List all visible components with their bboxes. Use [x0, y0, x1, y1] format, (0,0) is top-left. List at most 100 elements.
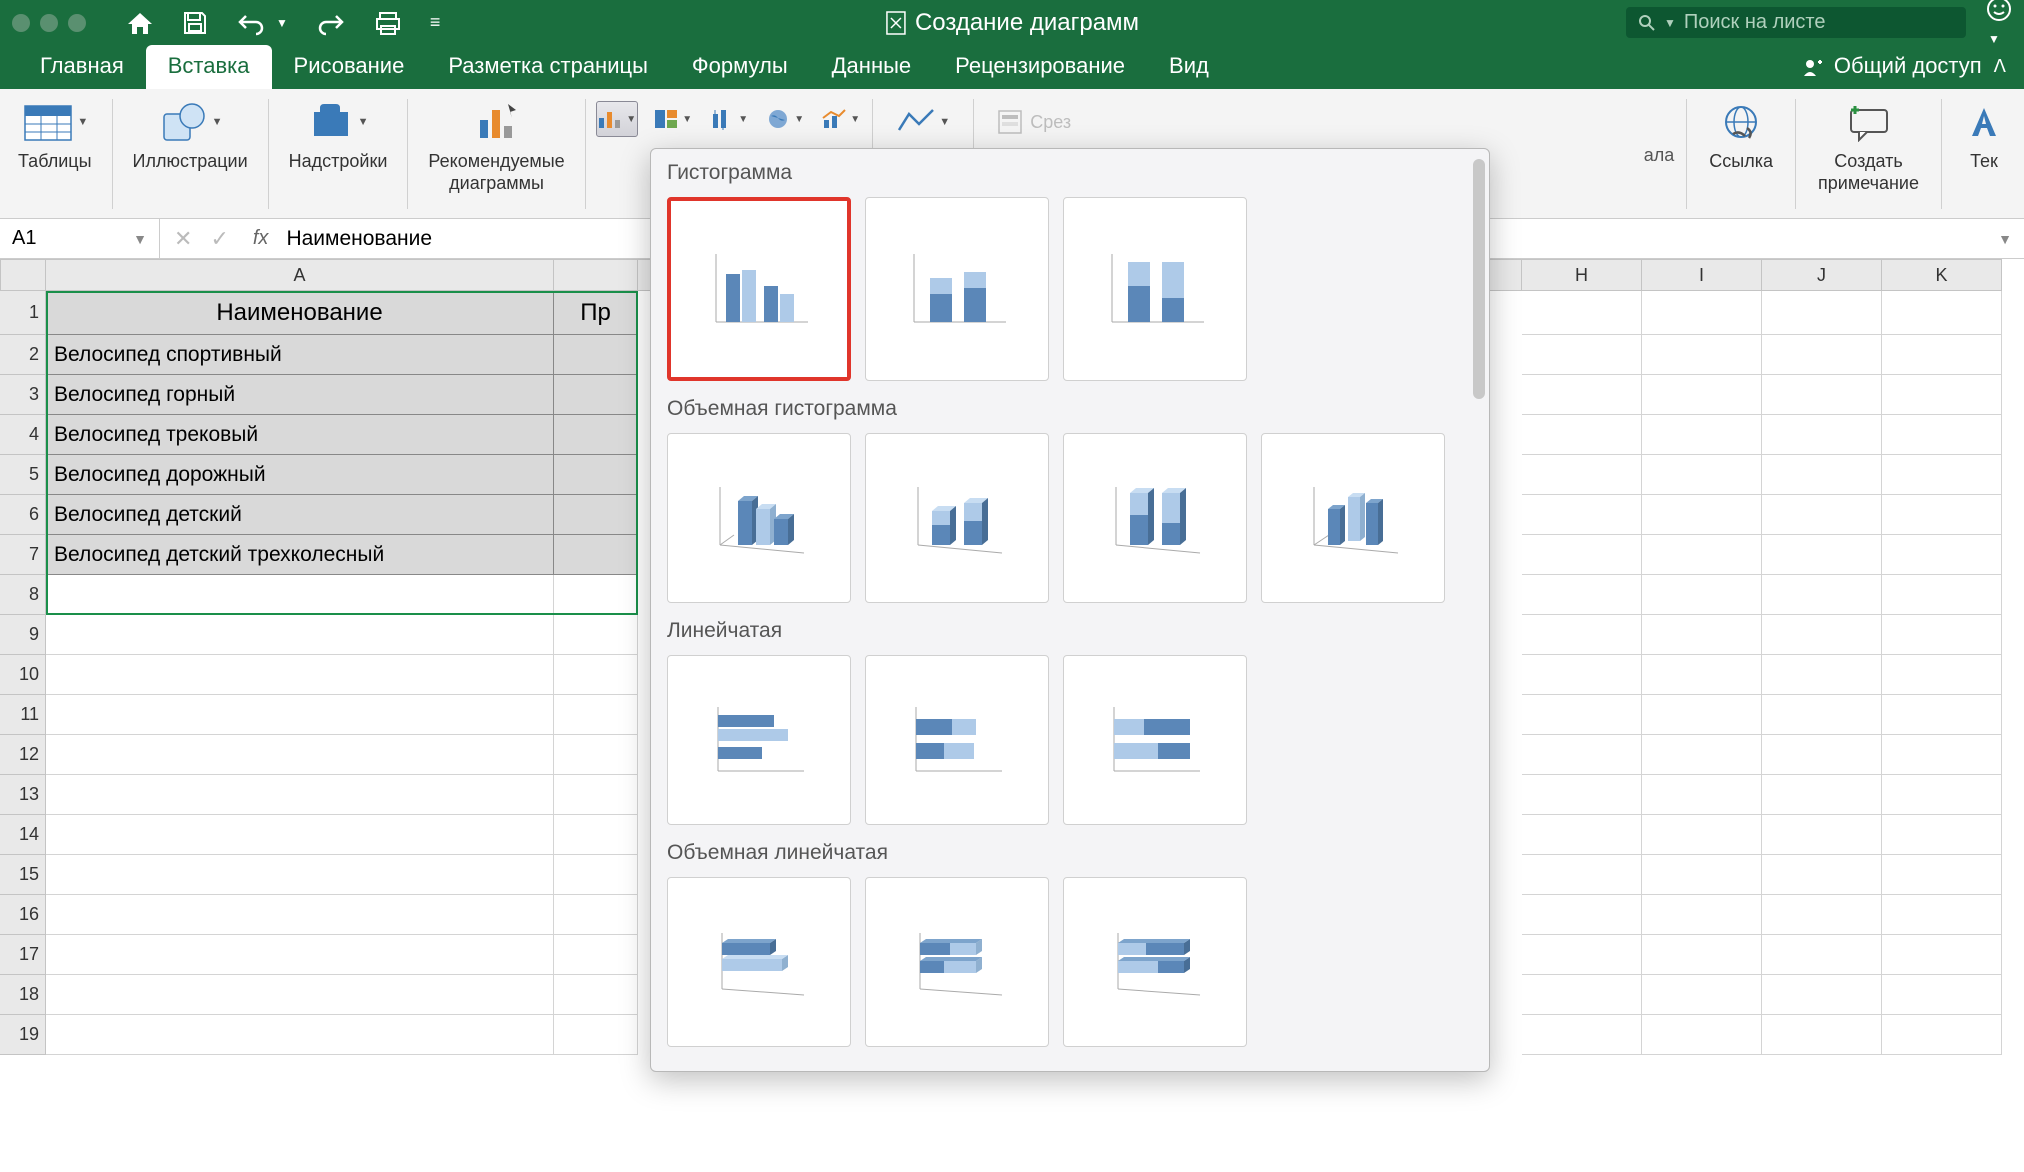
cell[interactable]: Велосипед дорожный: [46, 455, 554, 495]
cell[interactable]: Наименование: [46, 291, 554, 335]
search-input[interactable]: ▼ Поиск на листе: [1626, 7, 1966, 38]
tab-formulas[interactable]: Формулы: [670, 45, 810, 89]
3d-column-option[interactable]: [1261, 433, 1445, 603]
illustrations-button[interactable]: ▼ Иллюстрации: [123, 95, 258, 215]
cell[interactable]: [1522, 291, 1642, 335]
clustered-bar-option[interactable]: [667, 655, 851, 825]
name-box[interactable]: A1 ▼: [0, 219, 160, 258]
tab-home[interactable]: Главная: [18, 45, 146, 89]
hyperlink-button[interactable]: Ссылка: [1699, 95, 1783, 215]
recommended-charts-button[interactable]: Рекомендуемые диаграммы: [418, 95, 574, 215]
enter-formula-icon[interactable]: ✓: [210, 226, 228, 252]
row-header[interactable]: 19: [0, 1015, 46, 1055]
row-header[interactable]: 17: [0, 935, 46, 975]
cell[interactable]: Велосипед горный: [46, 375, 554, 415]
cell[interactable]: Пр: [554, 291, 638, 335]
3d-clustered-bar-option[interactable]: [667, 877, 851, 1047]
stacked-bar-option[interactable]: [865, 655, 1049, 825]
text-button[interactable]: Тек: [1954, 95, 2014, 215]
cell[interactable]: [554, 535, 638, 575]
row-header[interactable]: 12: [0, 735, 46, 775]
cancel-formula-icon[interactable]: ✕: [174, 226, 192, 252]
3d-stacked-100-bar-option[interactable]: [1063, 877, 1247, 1047]
new-comment-button[interactable]: Создать примечание: [1808, 95, 1929, 215]
clustered-column-option[interactable]: [667, 197, 851, 381]
row-header[interactable]: 9: [0, 615, 46, 655]
maximize-window-icon[interactable]: [68, 14, 86, 32]
cell[interactable]: Велосипед спортивный: [46, 335, 554, 375]
row-header[interactable]: 13: [0, 775, 46, 815]
column-header-h[interactable]: H: [1522, 259, 1642, 291]
3d-stacked-100-column-option[interactable]: [1063, 433, 1247, 603]
tab-data[interactable]: Данные: [810, 45, 933, 89]
cell[interactable]: [554, 455, 638, 495]
search-dropdown-icon[interactable]: ▼: [1664, 16, 1676, 30]
combo-chart-button[interactable]: ▼: [820, 101, 862, 137]
column-header-k[interactable]: K: [1882, 259, 2002, 291]
column-header-b[interactable]: [554, 259, 638, 291]
row-header[interactable]: 2: [0, 335, 46, 375]
print-icon[interactable]: [374, 10, 402, 36]
stacked-100-bar-option[interactable]: [1063, 655, 1247, 825]
addins-icon: [308, 100, 356, 144]
tab-draw[interactable]: Рисование: [272, 45, 427, 89]
cell[interactable]: [554, 495, 638, 535]
feedback-icon[interactable]: ▼: [1986, 0, 2012, 50]
3d-clustered-column-option[interactable]: [667, 433, 851, 603]
statistical-chart-button[interactable]: ▼: [708, 101, 750, 137]
cell[interactable]: Велосипед трековый: [46, 415, 554, 455]
tab-page-layout[interactable]: Разметка страницы: [426, 45, 670, 89]
tab-insert[interactable]: Вставка: [146, 45, 272, 89]
cell[interactable]: [1882, 291, 2002, 335]
cell[interactable]: [554, 335, 638, 375]
3d-stacked-bar-option[interactable]: [865, 877, 1049, 1047]
close-window-icon[interactable]: [12, 14, 30, 32]
row-header[interactable]: 5: [0, 455, 46, 495]
row-header[interactable]: 10: [0, 655, 46, 695]
stacked-100-column-option[interactable]: [1063, 197, 1247, 381]
qat-customize-icon[interactable]: ≡: [430, 12, 441, 33]
home-icon[interactable]: [126, 10, 154, 36]
tables-button[interactable]: ▼ Таблицы: [8, 95, 102, 215]
row-header[interactable]: 4: [0, 415, 46, 455]
column-header-i[interactable]: I: [1642, 259, 1762, 291]
row-header[interactable]: 3: [0, 375, 46, 415]
row-header[interactable]: 8: [0, 575, 46, 615]
addins-button[interactable]: ▼ Надстройки: [279, 95, 398, 215]
tab-view[interactable]: Вид: [1147, 45, 1231, 89]
select-all-corner[interactable]: [0, 259, 46, 291]
map-chart-button[interactable]: ▼: [764, 101, 806, 137]
cell[interactable]: [1642, 291, 1762, 335]
row-header[interactable]: 14: [0, 815, 46, 855]
row-header[interactable]: 1: [0, 291, 46, 335]
collapse-ribbon-icon[interactable]: ᐱ: [1994, 56, 2006, 89]
row-header[interactable]: 15: [0, 855, 46, 895]
undo-icon[interactable]: [236, 10, 266, 36]
column-header-a[interactable]: A: [46, 259, 554, 291]
redo-icon[interactable]: [316, 10, 346, 36]
row-header[interactable]: 7: [0, 535, 46, 575]
cell[interactable]: Велосипед детский трехколесный: [46, 535, 554, 575]
tab-review[interactable]: Рецензирование: [933, 45, 1147, 89]
hierarchy-chart-button[interactable]: ▼: [652, 101, 694, 137]
cell[interactable]: [554, 415, 638, 455]
cell[interactable]: [554, 375, 638, 415]
row-header[interactable]: 16: [0, 895, 46, 935]
expand-formula-bar-icon[interactable]: ▼: [1986, 231, 2024, 247]
row-header[interactable]: 6: [0, 495, 46, 535]
column-header-j[interactable]: J: [1762, 259, 1882, 291]
column-chart-button[interactable]: ▼: [596, 101, 638, 137]
row-header[interactable]: 18: [0, 975, 46, 1015]
cell[interactable]: Велосипед детский: [46, 495, 554, 535]
3d-stacked-column-option[interactable]: [865, 433, 1049, 603]
stacked-column-option[interactable]: [865, 197, 1049, 381]
fx-label[interactable]: fx: [243, 227, 279, 250]
undo-dropdown-icon[interactable]: ▼: [276, 16, 288, 30]
name-box-dropdown-icon[interactable]: ▼: [133, 231, 147, 247]
row-header[interactable]: 11: [0, 695, 46, 735]
share-button[interactable]: Общий доступ: [1802, 53, 1982, 89]
cell[interactable]: [1762, 291, 1882, 335]
minimize-window-icon[interactable]: [40, 14, 58, 32]
dropdown-scrollbar[interactable]: [1473, 159, 1485, 399]
save-icon[interactable]: [182, 10, 208, 36]
